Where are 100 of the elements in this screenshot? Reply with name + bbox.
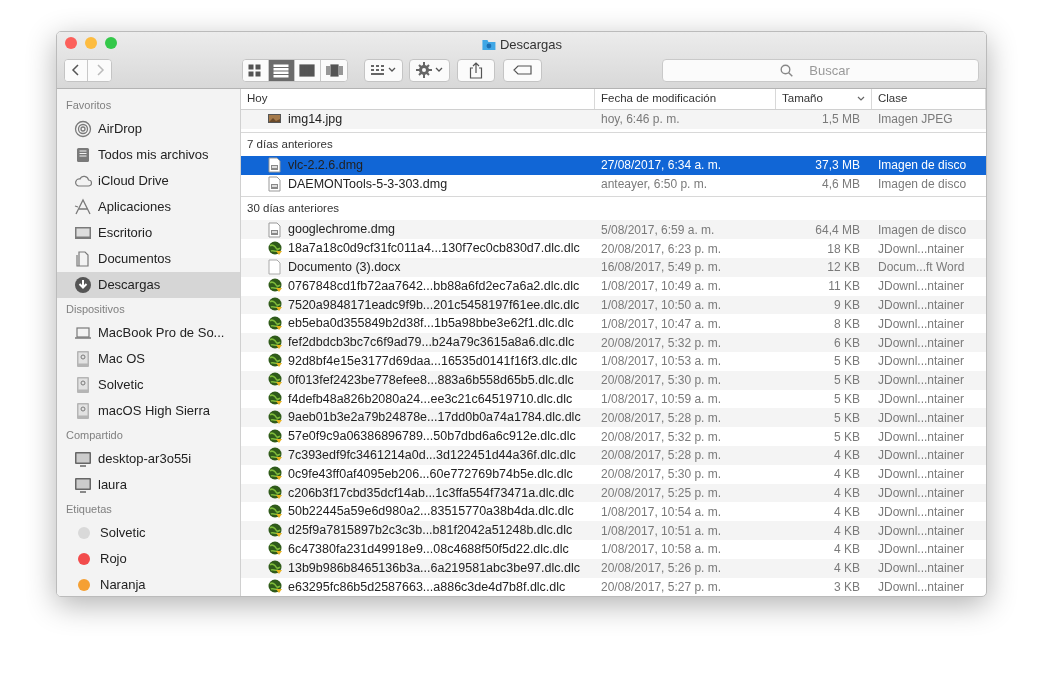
file-row[interactable]: 7520a9848171eadc9f9b...201c5458197f61ee.dlc.dlc 1/08/2017, 10:50 a. m. 9 KB JDownl...ntainer: [241, 295, 986, 315]
file-row[interactable]: img14.jpg hoy, 6:46 p. m. 1,5 MB Imagen JPEG: [241, 110, 986, 129]
sidebar-section-title: Etiquetas: [65, 501, 113, 517]
sidebar-section-title: Compartido: [65, 427, 124, 443]
file-size: 5 KB: [833, 390, 861, 408]
column-header[interactable]: Hoy: [241, 89, 595, 109]
view-button[interactable]: [243, 59, 269, 81]
file-row[interactable]: googlechrome.dmg 5/08/2017, 6:59 a. m. 64,4 MB Imagen de disco: [241, 220, 986, 240]
file-size: 11 KB: [827, 278, 861, 296]
file-size: 5 KB: [833, 353, 861, 371]
search-field[interactable]: Buscar: [662, 58, 979, 82]
arrange-button[interactable]: [364, 58, 403, 82]
airdrop-icon: [74, 120, 92, 138]
caret-icon: [388, 67, 396, 73]
file-row[interactable]: vlc-2.2.6.dmg 27/08/2017, 6:34 a. m. 37,3 MB Imagen de disco: [241, 155, 986, 175]
date-modified: 1/08/2017, 10:47 a. m.: [600, 315, 723, 333]
file-row[interactable]: eb5eba0d355849b2d38f...1b5a98bbe3e62f1.dlc.dlc 1/08/2017, 10:47 a. m. 8 KB JDownl...ntainer: [241, 314, 986, 334]
sidebar-item[interactable]: Mac OS: [57, 346, 240, 372]
sidebar-item[interactable]: iCloud Drive: [57, 168, 240, 194]
file-row[interactable]: DAEMONTools-5-3-303.dmg anteayer, 6:50 p. m. 4,6 MB Imagen de disco: [241, 174, 986, 194]
file-kind: JDownl...ntainer: [877, 560, 966, 578]
file-row[interactable]: fef2dbdcb3bc7c6f9ad79...b24a79c3615a8a6.dlc.dlc 20/08/2017, 5:32 p. m. 6 KB JDownl...ntainer: [241, 333, 986, 352]
sidebar-item[interactable]: Solvetic: [57, 372, 240, 398]
file-name: eb5eba0d355849b2d38f...1b5a98bbe3e62f1.dlc.dlc: [288, 315, 574, 333]
action-button[interactable]: [409, 58, 450, 82]
share-button[interactable]: [457, 58, 495, 82]
file-size: 4 KB: [833, 466, 861, 484]
view-button[interactable]: [269, 59, 295, 81]
globe-icon: [267, 334, 283, 351]
sidebar-item[interactable]: Aplicaciones: [57, 194, 240, 220]
file-row[interactable]: 0767848cd1fb72aa7642...bb88a6fd2ec7a6a2.dlc.dlc 1/08/2017, 10:49 a. m. 11 KB JDownl...ntainer: [241, 276, 986, 296]
grid-icon: [371, 64, 385, 76]
file-kind: JDownl...ntainer: [877, 466, 966, 484]
globe-icon: [267, 409, 283, 426]
file-size: 5 KB: [833, 428, 861, 446]
date-modified: 1/08/2017, 10:58 a. m.: [600, 541, 723, 559]
globe-icon: [267, 522, 283, 539]
file-kind: JDownl...ntainer: [877, 409, 966, 427]
sidebar-item[interactable]: Descargas: [57, 272, 240, 298]
sidebar-item[interactable]: laura: [57, 472, 240, 498]
file-row[interactable]: e63295fc86b5d2587663...a886c3de4d7b8f.dlc.dlc 20/08/2017, 5:27 p. m. 3 KB JDownl...ntainer: [241, 577, 986, 596]
sidebar-item[interactable]: Rojo: [57, 546, 240, 572]
back-button[interactable]: [65, 59, 88, 81]
sidebar-item[interactable]: MacBook Pro de So...: [57, 320, 240, 346]
file-kind: JDownl...ntainer: [877, 372, 966, 390]
tag-icon: [512, 65, 533, 75]
file-row[interactable]: 0c9fe43ff0af4095eb206...60e772769b74b5e.dlc.dlc 20/08/2017, 5:30 p. m. 4 KB JDownl...ntainer: [241, 464, 986, 484]
file-name: e63295fc86b5d2587663...a886c3de4d7b8f.dlc.dlc: [288, 578, 566, 596]
sidebar-item[interactable]: desktop-ar3o55i: [57, 446, 240, 472]
tag-button[interactable]: [503, 58, 542, 82]
sidebar-section-title: Dispositivos: [65, 301, 126, 317]
cover-flow-icon: [325, 62, 343, 78]
sidebar-item[interactable]: Documentos: [57, 246, 240, 272]
back-icon: [71, 63, 81, 77]
caret-icon: [435, 67, 443, 73]
file-size: 4 KB: [833, 503, 861, 521]
file-name: 57e0f9c9a06386896789...50b7dbd6a6c912e.dlc.dlc: [288, 428, 576, 446]
file-size: 4 KB: [833, 447, 861, 465]
disk-image-icon: [267, 176, 283, 192]
sidebar-item[interactable]: AirDrop: [57, 116, 240, 142]
file-kind: JDownl...ntainer: [877, 447, 966, 465]
sidebar-item[interactable]: Todos mis archivos: [57, 142, 240, 168]
sidebar-section-title: Favoritos: [65, 97, 113, 113]
file-row[interactable]: 57e0f9c9a06386896789...50b7dbd6a6c912e.dlc.dlc 20/08/2017, 5:32 p. m. 5 KB JDownl...ntainer: [241, 427, 986, 446]
file-size: 3 KB: [833, 578, 861, 596]
group-title: 7 días anteriores: [241, 131, 986, 156]
column-header[interactable]: Fecha de modificación: [595, 89, 776, 109]
file-row[interactable]: f4defb48a826b2080a24...ee3c21c64519710.dlc.dlc 1/08/2017, 10:59 a. m. 5 KB JDownl...ntainer: [241, 389, 986, 409]
file-row[interactable]: 92d8bf4e15e3177d69daa...16535d0141f16f3.dlc.dlc 1/08/2017, 10:53 a. m. 5 KB JDownl...ntainer: [241, 351, 986, 371]
file-name: 92d8bf4e15e3177d69daa...16535d0141f16f3.dlc.dlc: [288, 353, 578, 370]
file-row[interactable]: d25f9a7815897b2c3c3b...b81f2042a51248b.dlc.dlc 1/08/2017, 10:51 a. m. 4 KB JDownl...ntainer: [241, 521, 986, 540]
window-title: Descargas: [499, 36, 563, 54]
sidebar-item[interactable]: Escritorio: [57, 220, 240, 246]
file-row[interactable]: 6c47380fa231d49918e9...08c4688f50f5d22.dlc.dlc 1/08/2017, 10:58 a. m. 4 KB JDownl...ntainer: [241, 539, 986, 559]
file-size: 4 KB: [833, 522, 861, 540]
file-name: Documento (3).docx: [288, 259, 401, 276]
sidebar-item[interactable]: Solvetic: [57, 520, 240, 546]
sidebar-item[interactable]: macOS High Sierra: [57, 398, 240, 424]
file-row[interactable]: c206b3f17cbd35dcf14ab...1c3ffa554f73471a.dlc.dlc 20/08/2017, 5:25 p. m. 4 KB JDownl...ntainer: [241, 483, 986, 503]
column-header[interactable]: Clase: [872, 89, 986, 109]
sidebar-item[interactable]: Naranja: [57, 572, 240, 596]
file-row[interactable]: 13b9b986b8465136b3a...6a219581abc3be97.dlc.dlc 20/08/2017, 5:26 p. m. 4 KB JDownl...ntainer: [241, 558, 986, 578]
date-modified: 1/08/2017, 10:53 a. m.: [600, 353, 723, 371]
date-modified: 16/08/2017, 5:49 p. m.: [600, 259, 723, 277]
file-row[interactable]: 7c393edf9fc3461214a0d...3d122451d44a36f.dlc.dlc 20/08/2017, 5:28 p. m. 4 KB JDownl...ntainer: [241, 445, 986, 465]
file-row[interactable]: 50b22445a59e6d980a2...83515770a38b4da.dlc.dlc 1/08/2017, 10:54 a. m. 4 KB JDownl...ntainer: [241, 502, 986, 522]
file-row[interactable]: 0f013fef2423be778efee8...883a6b558d65b5.dlc.dlc 20/08/2017, 5:30 p. m. 5 KB JDownl...ntainer: [241, 370, 986, 390]
file-kind: JDownl...ntainer: [877, 315, 966, 333]
file-kind: JDownl...ntainer: [877, 278, 966, 296]
globe-icon: [267, 390, 283, 407]
file-name: googlechrome.dmg: [288, 221, 395, 239]
file-row[interactable]: 9aeb01b3e2a79b24878e...17dd0b0a74a1784.dlc.dlc 20/08/2017, 5:28 p. m. 5 KB JDownl...ntainer: [241, 408, 986, 428]
file-kind: Imagen de disco: [877, 157, 968, 175]
search-icon: [780, 63, 793, 77]
window-control-button[interactable]: [65, 37, 77, 49]
file-row[interactable]: 18a7a18c0d9cf31fc011a4...130f7ec0cb830d7.dlc.dlc 20/08/2017, 6:23 p. m. 18 KB JDownl...ntainer: [241, 239, 986, 258]
file-row[interactable]: Documento (3).docx 16/08/2017, 5:49 p. m. 12 KB Docum...ft Word: [241, 258, 986, 277]
column-header[interactable]: Tamaño: [776, 89, 872, 109]
file-name: 0f013fef2423be778efee8...883a6b558d65b5.dlc.dlc: [288, 371, 574, 389]
date-modified: 20/08/2017, 5:28 p. m.: [600, 409, 723, 427]
